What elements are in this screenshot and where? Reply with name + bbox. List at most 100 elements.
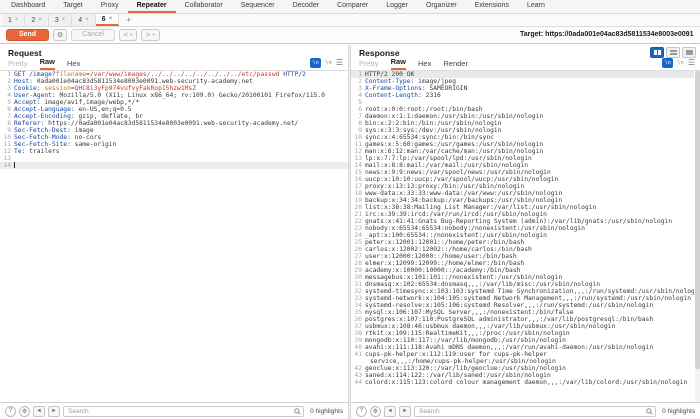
response-tab-hex[interactable]: Hex [418,59,431,70]
cancel-button[interactable]: Cancel [71,29,115,41]
repeater-session-tab-1[interactable]: 1× [2,14,25,26]
add-tab-button[interactable]: + [119,14,138,26]
code-line: 1GET /image?filename=/var/www/images/../… [0,71,348,78]
line-number: 43 [351,372,365,379]
code-line: 14 [0,162,348,169]
search-help-icon[interactable]: ? [356,406,367,417]
code-line: 41cups-pk-helper:x:112:119:user for cups… [351,351,694,358]
code-line: 34systemd-resolve:x:105:106:systemd Reso… [351,302,694,309]
line-number: 19 [351,197,365,204]
request-tab-hex[interactable]: Hex [67,59,80,70]
search-help-icon[interactable]: ? [5,406,16,417]
chevron-down-icon: ▾ [152,32,154,38]
request-tab-pretty[interactable]: Pretty [8,59,28,70]
send-button[interactable]: Send [6,29,49,41]
code-line: 22gnats:x:41:41:Gnats Bug-Reporting Syst… [351,218,694,225]
editor-menu-icon[interactable]: ☰ [336,59,343,67]
show-nonprinting-toggle-icon[interactable]: \n [310,58,321,68]
target-url[interactable]: Target: https://0ada001e04ac83d5811534e8… [520,27,693,43]
editor-menu-icon[interactable]: ☰ [688,59,695,67]
back-history-button[interactable]: < ▾ [119,29,137,41]
line-number: 20 [351,204,365,211]
line-number: 34 [351,302,365,309]
menu-item-comparer[interactable]: Comparer [328,0,377,13]
search-settings-icon[interactable]: ⚙ [370,406,381,417]
code-line: 35mysql:x:106:107:MySQL Server,,,:/nonex… [351,309,694,316]
code-line: 2Host: 0ada001e04ac83d5811534e8003e0091.… [0,78,348,85]
search-next-button[interactable]: ► [48,406,60,417]
repeater-tab-row: 1×2×3×4×6×+ [0,14,700,27]
line-number: 32 [351,288,365,295]
close-icon[interactable]: × [85,17,89,23]
line-number: 14 [0,162,14,169]
code-line: 28elmer:x:12099:12099::/home/elmer:/bin/… [351,260,694,267]
code-line: 3Cookie: session=QHC8i3yFp974vufvyFakRop… [0,85,348,92]
repeater-session-tab-6[interactable]: 6× [96,14,119,26]
menu-item-decoder[interactable]: Decoder [284,0,328,13]
search-settings-icon[interactable]: ⚙ [19,406,30,417]
line-number: 2 [0,78,14,85]
close-icon[interactable]: × [109,16,113,22]
code-line: 9Sec-Fetch-Dest: image [0,127,348,134]
code-line: 7daemon:x:1:1:daemon:/usr/sbin:/usr/sbin… [351,113,694,120]
menu-item-extensions[interactable]: Extensions [466,0,518,13]
code-line: 42geoclue:x:113:120::/var/lib/geoclue:/u… [351,365,694,372]
close-icon[interactable]: × [62,17,66,23]
request-editor[interactable]: 1GET /image?filename=/var/www/images/../… [0,71,348,402]
scrollbar-thumb[interactable] [695,71,700,369]
code-line: 9sys:x:3:3:sys:/dev:/usr/sbin/nologin [351,127,694,134]
line-number: 39 [351,337,365,344]
send-settings-gear-icon[interactable]: ⚙ [53,29,67,41]
response-tab-render[interactable]: Render [443,59,468,70]
code-line: 32systemd-timesync:x:103:103:systemd Tim… [351,288,694,295]
response-tab-pretty[interactable]: Pretty [359,59,379,70]
request-search-input[interactable] [63,406,304,417]
response-viewer[interactable]: 1HTTP/2 200 OK2Content-Type: image/jpeg3… [351,71,694,402]
code-line: 7Accept-Encoding: gzip, deflate, br [0,113,348,120]
editor-split: Request Pretty Raw Hex \n \n ☰ 1GET /image… [0,45,700,419]
code-line: 23nobody:x:65534:65534:nobody:/nonexiste… [351,225,694,232]
code-line: 2Content-Type: image/jpeg [351,78,694,85]
response-scrollbar[interactable] [695,71,700,402]
line-number: 33 [351,295,365,302]
menu-item-organizer[interactable]: Organizer [417,0,466,13]
code-line: 15news:x:9:9:news:/var/spool/news:/usr/s… [351,169,694,176]
menu-item-proxy[interactable]: Proxy [92,0,128,13]
repeater-session-tab-2[interactable]: 2× [25,14,48,26]
menu-item-repeater[interactable]: Repeater [128,0,176,13]
code-line: 12Te: trailers [0,148,348,155]
code-line: 26carlos:x:12002:12002::/home/carlos:/bi… [351,246,694,253]
line-number: 11 [351,141,365,148]
newline-icon[interactable]: \n [677,60,684,66]
code-line: 20list:x:38:38:Mailing List Manager:/var… [351,204,694,211]
show-nonprinting-toggle-icon[interactable]: \n [662,58,673,68]
line-number: 6 [351,106,365,113]
line-number: 6 [0,106,14,113]
menu-item-dashboard[interactable]: Dashboard [2,0,54,13]
forward-history-button[interactable]: > ▾ [141,29,159,41]
request-tab-raw[interactable]: Raw [40,57,55,70]
menu-item-learn[interactable]: Learn [518,0,554,13]
menu-item-target[interactable]: Target [54,0,91,13]
newline-icon[interactable]: \n [325,60,332,66]
code-line: 13 [0,155,348,162]
code-line: 31dnsmasq:x:102:65534:dnsmasq,,,:/var/li… [351,281,694,288]
line-number: 5 [351,99,365,106]
line-number: 42 [351,365,365,372]
request-panel-title: Request [0,45,348,57]
close-icon[interactable]: × [15,17,19,23]
repeater-session-tab-3[interactable]: 3× [49,14,72,26]
search-prev-button[interactable]: ◄ [33,406,45,417]
menu-item-sequencer[interactable]: Sequencer [232,0,284,13]
response-highlights-count: 0 highlights [662,408,695,415]
search-prev-button[interactable]: ◄ [384,406,396,417]
repeater-session-tab-4[interactable]: 4× [72,14,95,26]
response-tab-raw[interactable]: Raw [391,57,406,70]
search-next-button[interactable]: ► [399,406,411,417]
menu-item-collaborator[interactable]: Collaborator [176,0,232,13]
close-icon[interactable]: × [38,17,42,23]
response-search-input[interactable] [414,406,656,417]
menu-item-logger[interactable]: Logger [377,0,417,13]
target-value: https://0ada001e04ac83d5811534e8003e0091 [545,31,693,38]
line-number: 17 [351,183,365,190]
